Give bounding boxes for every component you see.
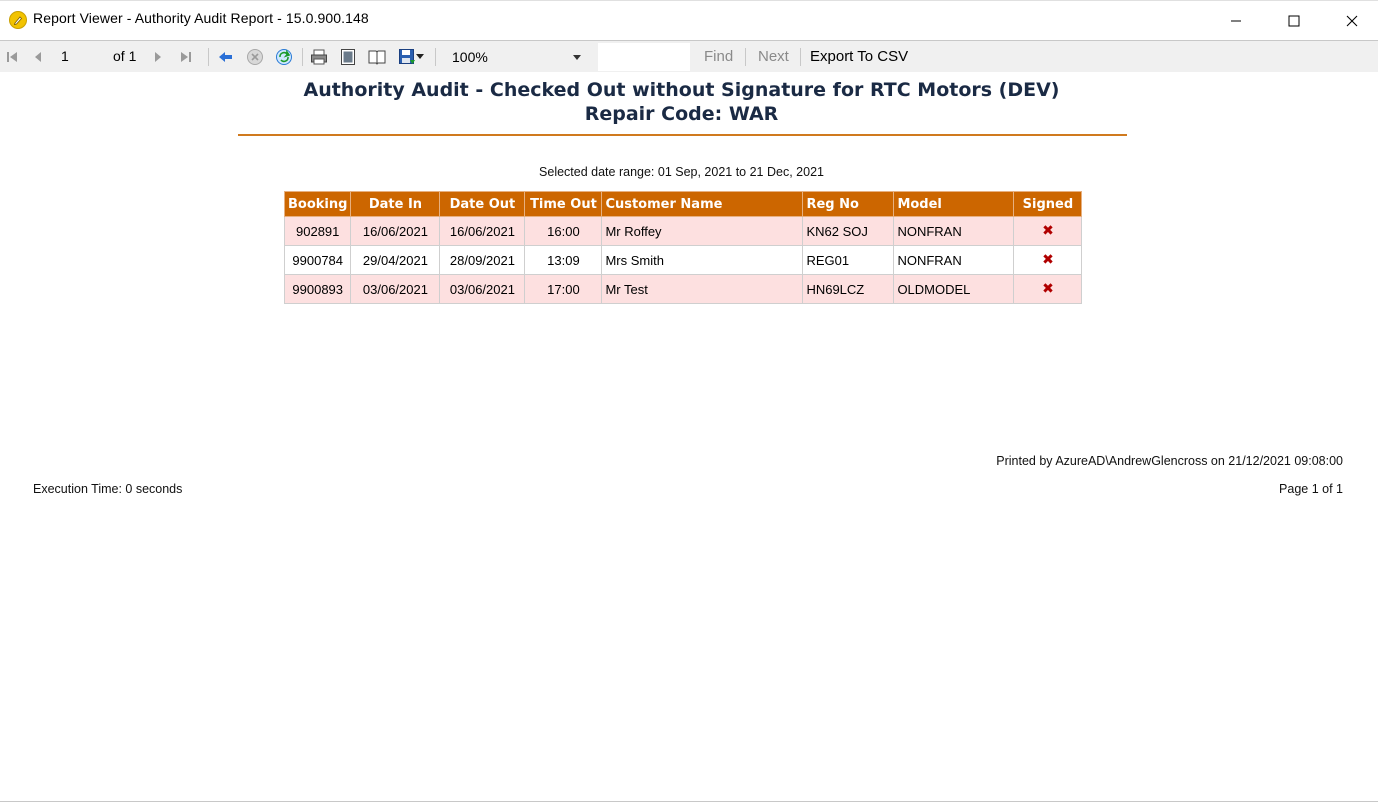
column-header-reg-no: Reg No <box>802 191 895 217</box>
model-cell: NONFRAN <box>893 245 1015 275</box>
signed-cell: ✖ <box>1013 216 1083 246</box>
print-button[interactable] <box>308 41 330 73</box>
report-viewer-window: Report Viewer - Authority Audit Report -… <box>0 0 1378 802</box>
next-page-button[interactable] <box>148 41 168 73</box>
table-row: 9900893 03/06/2021 03/06/2021 17:00 Mr T… <box>283 274 1083 304</box>
date-in-cell: 29/04/2021 <box>350 245 441 275</box>
cross-icon: ✖ <box>1042 223 1054 239</box>
zoom-value: 100% <box>452 49 488 65</box>
customer-cell: Mr Test <box>601 274 804 304</box>
previous-page-button[interactable] <box>28 41 48 73</box>
back-arrow-icon <box>219 52 232 62</box>
close-button[interactable] <box>1329 1 1375 40</box>
page-setup-button[interactable] <box>366 41 388 73</box>
maximize-button[interactable] <box>1271 1 1317 40</box>
column-header-date-out: Date Out <box>439 191 526 217</box>
model-cell: OLDMODEL <box>893 274 1015 304</box>
save-disk-icon <box>399 49 415 64</box>
title-bar: Report Viewer - Authority Audit Report -… <box>0 1 1378 40</box>
column-header-model: Model <box>893 191 1015 217</box>
zoom-select[interactable]: 100% <box>444 46 589 68</box>
chevron-down-icon <box>573 55 581 60</box>
refresh-button[interactable] <box>273 41 295 73</box>
current-page-input[interactable]: 1 <box>57 46 107 67</box>
refresh-icon <box>276 49 292 65</box>
column-header-signed: Signed <box>1013 191 1083 217</box>
print-layout-button[interactable] <box>337 41 359 73</box>
reg-cell: REG01 <box>802 245 895 275</box>
time-out-cell: 17:00 <box>524 274 603 304</box>
find-next-button[interactable]: Next <box>758 48 789 65</box>
previous-page-icon <box>35 52 41 62</box>
report-toolbar: 1 of 1 100% Find Next Export To CSV <box>0 40 1378 72</box>
table-header-row: Booking Date In Date Out Time Out Custom… <box>283 191 1083 217</box>
table-row: 9900784 29/04/2021 28/09/2021 13:09 Mrs … <box>283 245 1083 275</box>
column-header-customer-name: Customer Name <box>601 191 804 217</box>
title-divider <box>238 134 1127 136</box>
audit-table: Booking Date In Date Out Time Out Custom… <box>283 191 1083 304</box>
next-page-icon <box>155 52 161 62</box>
report-canvas: Authority Audit - Checked Out without Si… <box>0 73 1378 801</box>
cross-icon: ✖ <box>1042 252 1054 268</box>
window-title: Report Viewer - Authority Audit Report -… <box>33 10 369 26</box>
signed-cell: ✖ <box>1013 274 1083 304</box>
date-out-cell: 03/06/2021 <box>439 274 526 304</box>
time-out-cell: 13:09 <box>524 245 603 275</box>
date-in-cell: 03/06/2021 <box>350 274 441 304</box>
stop-button[interactable] <box>244 41 266 73</box>
page-of-label: of 1 <box>113 48 137 64</box>
date-in-cell: 16/06/2021 <box>350 216 441 246</box>
booking-cell: 902891 <box>283 216 352 246</box>
stop-icon <box>247 49 263 65</box>
date-out-cell: 28/09/2021 <box>439 245 526 275</box>
printer-icon <box>311 49 327 65</box>
reg-cell: HN69LCZ <box>802 274 895 304</box>
reg-cell: KN62 SOJ <box>802 216 895 246</box>
report-subtitle: Repair Code: WAR <box>584 103 779 125</box>
customer-cell: Mr Roffey <box>601 216 804 246</box>
booking-cell: 9900893 <box>283 274 352 304</box>
customer-cell: Mrs Smith <box>601 245 804 275</box>
report-title: Authority Audit - Checked Out without Si… <box>303 79 1060 101</box>
export-csv-button[interactable]: Export To CSV <box>810 48 908 65</box>
column-header-booking: Booking <box>283 191 352 217</box>
printed-by-label: Printed by AzureAD\AndrewGlencross on 21… <box>996 454 1343 468</box>
chevron-down-icon <box>416 54 424 59</box>
execution-time-label: Execution Time: 0 seconds <box>33 482 183 496</box>
time-out-cell: 16:00 <box>524 216 603 246</box>
minimize-button[interactable] <box>1213 1 1259 40</box>
back-button[interactable] <box>215 41 237 73</box>
first-page-button[interactable] <box>2 41 22 73</box>
column-header-date-in: Date In <box>350 191 441 217</box>
date-out-cell: 16/06/2021 <box>439 216 526 246</box>
page-number-label: Page 1 of 1 <box>1279 482 1343 496</box>
find-button[interactable]: Find <box>704 48 733 65</box>
column-header-time-out: Time Out <box>524 191 603 217</box>
booking-cell: 9900784 <box>283 245 352 275</box>
last-page-button[interactable] <box>176 41 196 73</box>
date-range-label: Selected date range: 01 Sep, 2021 to 21 … <box>539 165 824 179</box>
table-row: 902891 16/06/2021 16/06/2021 16:00 Mr Ro… <box>283 216 1083 246</box>
page-layout-icon <box>341 49 355 65</box>
cross-icon: ✖ <box>1042 281 1054 297</box>
export-dropdown-button[interactable] <box>395 41 427 73</box>
model-cell: NONFRAN <box>893 216 1015 246</box>
first-page-icon <box>7 52 17 62</box>
search-input[interactable] <box>598 43 690 71</box>
book-icon <box>368 50 386 65</box>
signed-cell: ✖ <box>1013 245 1083 275</box>
last-page-icon <box>181 52 191 62</box>
app-icon <box>9 11 27 29</box>
